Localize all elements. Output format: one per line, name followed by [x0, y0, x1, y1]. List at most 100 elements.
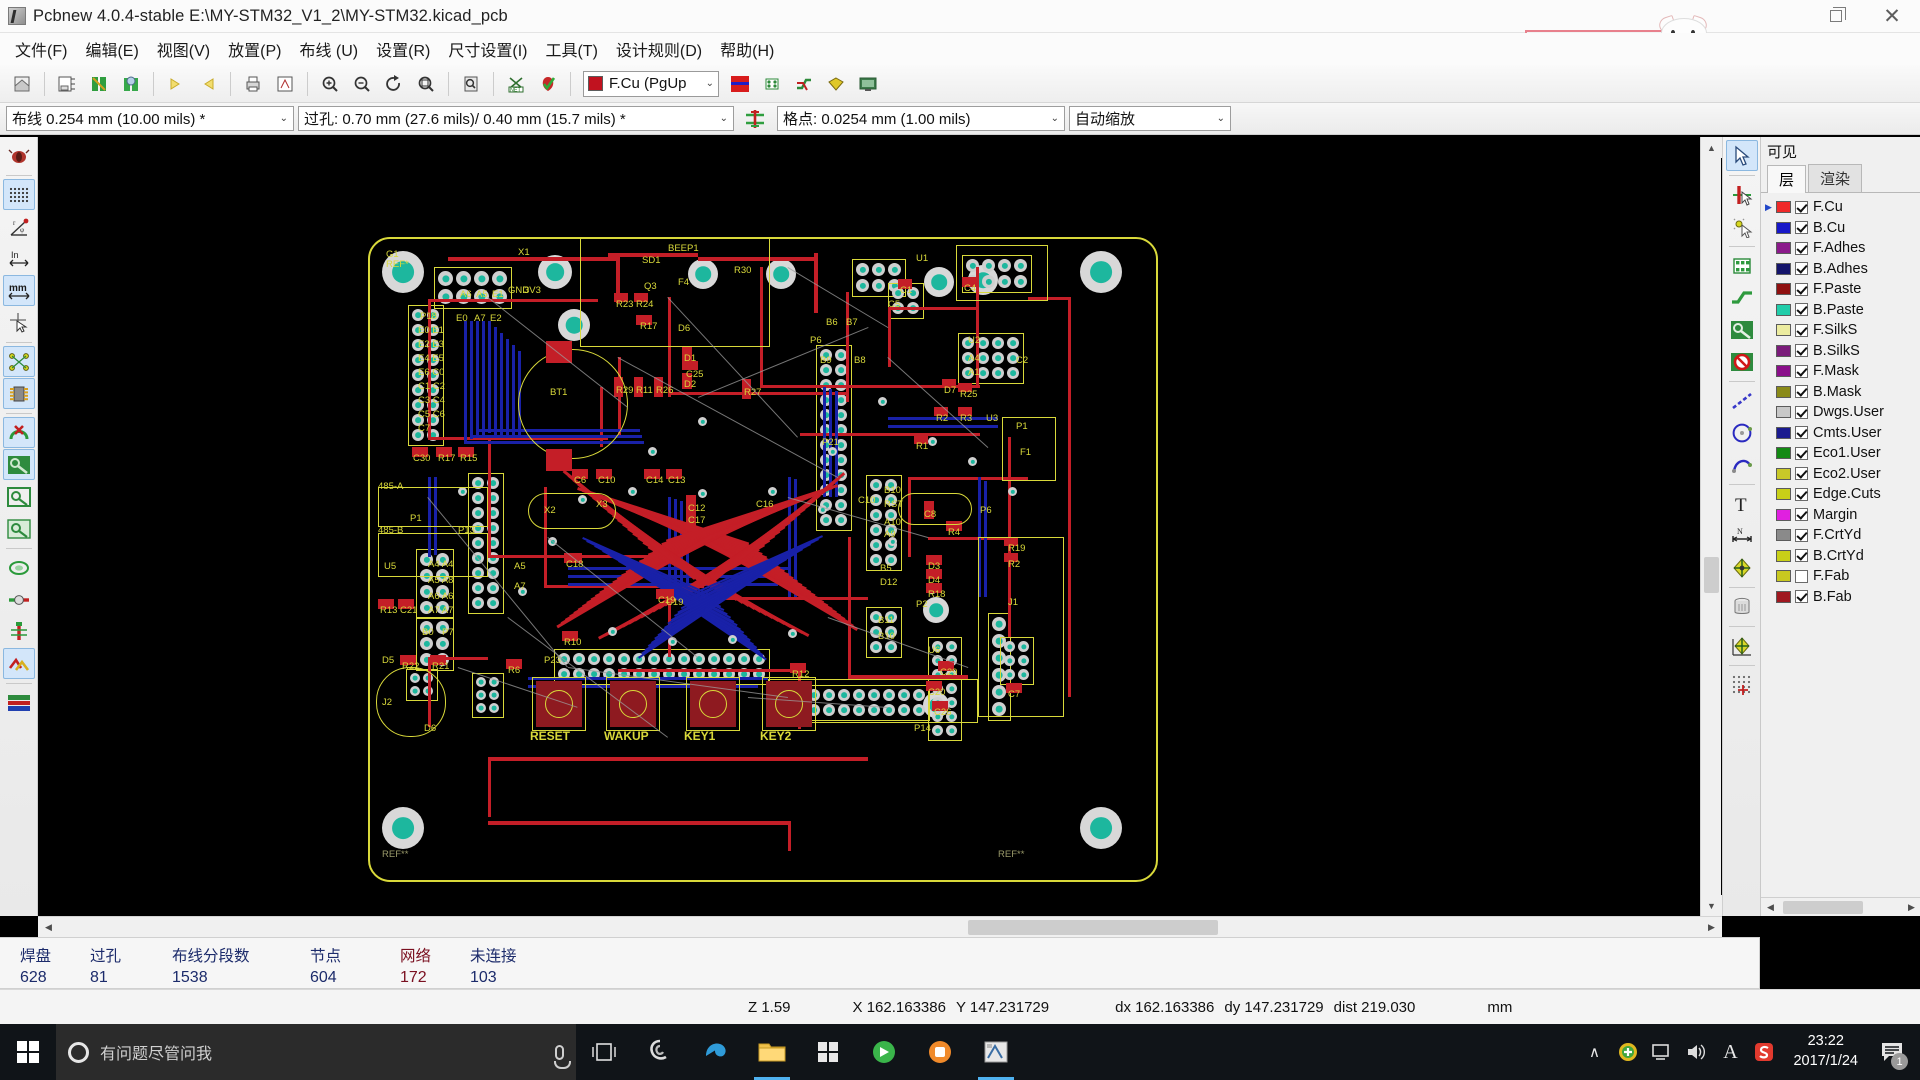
scroll-left-icon[interactable]: ◀ — [38, 917, 59, 938]
layer-row-b-cu[interactable]: B.Cu — [1763, 218, 1920, 239]
layer-row-dwgs-user[interactable]: Dwgs.User — [1763, 402, 1920, 423]
units-inch-toggle[interactable]: In — [3, 243, 35, 274]
layer-row-f-mask[interactable]: F.Mask — [1763, 361, 1920, 382]
menu-place[interactable]: 放置(P) — [219, 33, 290, 65]
add-circle-tool[interactable] — [1726, 417, 1758, 448]
layer-visibility-checkbox[interactable] — [1795, 590, 1808, 604]
layer-color-swatch[interactable] — [1776, 529, 1791, 542]
layer-color-swatch[interactable] — [1776, 324, 1791, 337]
layer-color-swatch[interactable] — [1776, 262, 1791, 275]
undo-button[interactable] — [161, 69, 191, 99]
mode-footprint-button[interactable] — [757, 69, 787, 99]
add-track-tool[interactable] — [1726, 282, 1758, 313]
layer-row-b-silks[interactable]: B.SilkS — [1763, 341, 1920, 362]
layer-visibility-checkbox[interactable] — [1795, 221, 1808, 235]
layer-color-swatch[interactable] — [1776, 406, 1791, 419]
find-button[interactable] — [456, 69, 486, 99]
layer-visibility-checkbox[interactable] — [1795, 405, 1808, 419]
layer-color-swatch[interactable] — [1776, 303, 1791, 316]
add-text-tool[interactable]: T — [1726, 488, 1758, 519]
layer-row-f-adhes[interactable]: F.Adhes — [1763, 238, 1920, 259]
layer-visibility-checkbox[interactable] — [1795, 262, 1808, 276]
layer-color-swatch[interactable] — [1776, 447, 1791, 460]
close-button[interactable]: ✕ — [1864, 0, 1920, 33]
auto-track-width-button[interactable] — [740, 104, 770, 134]
units-mm-toggle[interactable]: mm — [2, 275, 35, 306]
tab-render[interactable]: 渲染 — [1808, 164, 1863, 192]
layers-panel-scrollbar[interactable]: ◀ ▶ — [1761, 897, 1920, 916]
tracks-sketch-toggle[interactable] — [3, 616, 35, 647]
drc-button[interactable] — [533, 69, 563, 99]
layer-row-b-adhes[interactable]: B.Adhes — [1763, 259, 1920, 280]
layer-visibility-checkbox[interactable] — [1795, 528, 1808, 542]
layer-visibility-checkbox[interactable] — [1795, 282, 1808, 296]
layer-row-b-mask[interactable]: B.Mask — [1763, 382, 1920, 403]
layer-color-swatch[interactable] — [1776, 570, 1791, 583]
layer-row-b-paste[interactable]: B.Paste — [1763, 300, 1920, 321]
save-board-button[interactable] — [116, 69, 146, 99]
clock[interactable]: 23:22 2017/1/24 — [1781, 1024, 1870, 1080]
taskbar-app-edge[interactable] — [688, 1024, 744, 1080]
taskbar-app-explorer[interactable] — [744, 1024, 800, 1080]
layer-color-swatch[interactable] — [1776, 590, 1791, 603]
layer-visibility-checkbox[interactable] — [1795, 549, 1808, 563]
layer-color-swatch[interactable] — [1776, 242, 1791, 255]
contrast-mode-toggle[interactable] — [2, 648, 35, 679]
vias-sketch-toggle[interactable] — [3, 584, 35, 615]
layer-color-swatch[interactable] — [1776, 283, 1791, 296]
layer-visibility-checkbox[interactable] — [1795, 426, 1808, 440]
layer-row-eco1-user[interactable]: Eco1.User — [1763, 443, 1920, 464]
taskbar-app-orange[interactable] — [912, 1024, 968, 1080]
scroll-right-icon[interactable]: ▶ — [1701, 917, 1722, 938]
layer-visibility-checkbox[interactable] — [1795, 323, 1808, 337]
menu-preferences[interactable]: 设置(R) — [367, 33, 439, 65]
menu-route[interactable]: 布线 (U) — [290, 33, 367, 65]
layer-row-f-crtyd[interactable]: F.CrtYd — [1763, 525, 1920, 546]
layer-visibility-checkbox[interactable] — [1795, 364, 1808, 378]
layer-visibility-checkbox[interactable] — [1795, 303, 1808, 317]
pcb-canvas[interactable]: RESET WAKUP KEY1 KEY2 G1 REF* A6 A5 E1 GND 3V3 E0 A7… — [38, 137, 1698, 916]
autoroute-toggle[interactable] — [2, 417, 35, 448]
layer-visibility-checkbox[interactable] — [1795, 344, 1808, 358]
layer-row-eco2-user[interactable]: Eco2.User — [1763, 464, 1920, 485]
board-setup-button[interactable] — [52, 69, 82, 99]
layer-color-swatch[interactable] — [1776, 365, 1791, 378]
zones-unfilled-toggle[interactable] — [3, 513, 35, 544]
volume-icon[interactable] — [1679, 1024, 1713, 1080]
scroll-left-icon[interactable]: ◀ — [1761, 898, 1780, 917]
start-button[interactable] — [0, 1024, 56, 1080]
taskbar-app-green[interactable] — [856, 1024, 912, 1080]
layer-row-f-cu[interactable]: ▶ F.Cu — [1763, 197, 1920, 218]
search-input[interactable]: 有问题尽管问我 — [56, 1024, 576, 1080]
plot-button[interactable] — [270, 69, 300, 99]
network-icon[interactable] — [1645, 1024, 1679, 1080]
print-button[interactable] — [238, 69, 268, 99]
ratsnest-toggle[interactable] — [2, 346, 35, 377]
add-footprint-tool[interactable] — [1726, 250, 1758, 281]
layer-color-swatch[interactable] — [1776, 549, 1791, 562]
hscroll-thumb[interactable] — [968, 920, 1218, 935]
taskbar-app-store[interactable] — [800, 1024, 856, 1080]
canvas-horizontal-scrollbar[interactable]: ◀ ▶ — [38, 916, 1722, 937]
cursor-shape-toggle[interactable] — [3, 307, 35, 338]
via-size-selector[interactable]: 过孔: 0.70 mm (27.6 mils)/ 0.40 mm (15.7 m… — [298, 106, 734, 131]
microphone-icon[interactable] — [554, 1044, 571, 1069]
set-origin-tool[interactable] — [1726, 630, 1758, 661]
layer-visibility-checkbox[interactable] — [1795, 508, 1808, 522]
add-dimension-tool[interactable]: N — [1726, 520, 1758, 551]
zones-outline-toggle[interactable] — [3, 481, 35, 512]
taskbar-app-pcbnew[interactable] — [968, 1024, 1024, 1080]
layer-row-f-fab[interactable]: F.Fab — [1763, 566, 1920, 587]
layer-visibility-checkbox[interactable] — [1795, 467, 1808, 481]
layer-row-b-fab[interactable]: B.Fab — [1763, 587, 1920, 608]
zoom-in-button[interactable] — [315, 69, 345, 99]
layer-color-swatch[interactable] — [1776, 426, 1791, 439]
restore-button[interactable] — [1808, 0, 1864, 33]
zoom-fit-button[interactable] — [411, 69, 441, 99]
panel-scroll-thumb[interactable] — [1783, 901, 1863, 914]
highcontrast-button[interactable] — [821, 69, 851, 99]
grid-toggle[interactable] — [2, 179, 35, 210]
menu-help[interactable]: 帮助(H) — [711, 33, 783, 65]
zoom-selector[interactable]: 自动缩放 ⌄ — [1069, 106, 1231, 131]
layer-pair-button[interactable] — [725, 69, 755, 99]
